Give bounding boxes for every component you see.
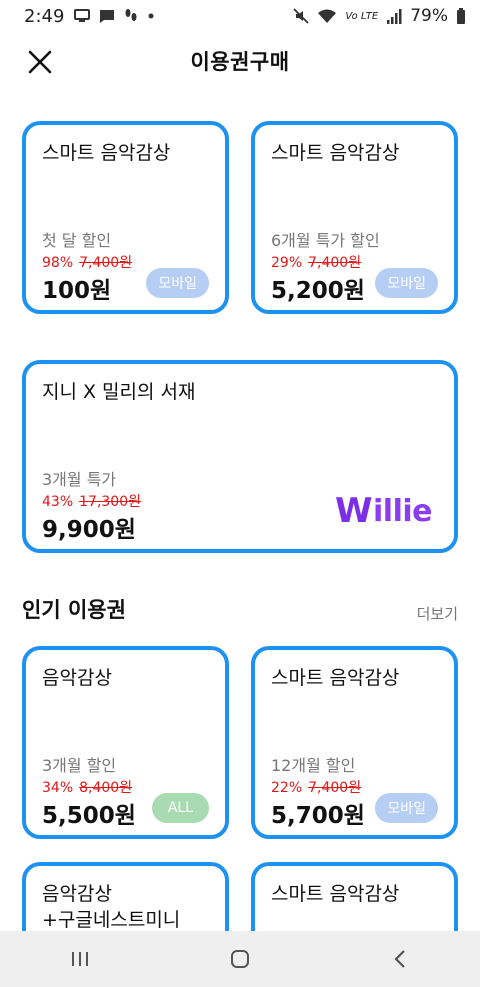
ticket-price: 5,700원 [271, 803, 365, 829]
ticket-card-music-3-month[interactable]: 음악감상 3개월 할인 34% 8,400원 5,500원 ALL [22, 646, 229, 839]
ticket-discount: 22% 7,400원 [271, 777, 361, 797]
ticket-name: 스마트 음악감상 [271, 883, 400, 905]
system-nav-bar [0, 931, 480, 987]
original-price: 7,400원 [308, 780, 362, 796]
discount-rate: 43% [42, 494, 74, 510]
mobile-badge: 모바일 [375, 268, 438, 298]
ticket-name: 스마트 음악감상 [271, 142, 400, 164]
ticket-name: 스마트 음악감상 [42, 142, 171, 164]
ticket-name: 스마트 음악감상 [271, 667, 400, 689]
original-price: 7,400원 [308, 255, 362, 271]
message-icon [100, 9, 115, 23]
ticket-promo: 6개월 특가 할인 [271, 231, 380, 250]
status-time: 2:49 [24, 5, 65, 27]
close-icon[interactable] [22, 44, 58, 80]
battery-icon [457, 8, 465, 24]
more-link[interactable]: 더보기 [417, 603, 458, 624]
recents-icon [72, 952, 88, 966]
home-icon [231, 950, 249, 968]
ticket-name: 음악감상 [42, 667, 112, 689]
signal-icon [387, 8, 402, 24]
ticket-price: 5,500원 [42, 803, 136, 829]
ticket-name-line1: 음악감상 [42, 883, 112, 905]
ticket-name: 음악감상 +구글네스트미니 [42, 882, 180, 933]
ticket-promo: 3개월 할인 [42, 756, 117, 775]
discount-rate: 29% [271, 255, 303, 271]
mobile-badge: 모바일 [375, 793, 438, 823]
discount-rate: 34% [42, 780, 74, 796]
app-header: 이용권구매 [0, 32, 480, 90]
volte-icon: Vo LTE [345, 10, 379, 22]
millie-logo-text: illie [373, 493, 432, 529]
all-badge: ALL [151, 793, 209, 823]
home-button[interactable] [210, 931, 270, 987]
scrolled-section-remnant [0, 90, 480, 100]
ticket-discount: 34% 8,400원 [42, 777, 132, 797]
status-bar: 2:49 Vo LTE 79% [0, 0, 480, 32]
ticket-promo: 12개월 할인 [271, 756, 356, 775]
back-icon [394, 950, 405, 968]
ticket-price: 5,200원 [271, 278, 365, 304]
ticket-card-smart-12-month[interactable]: 스마트 음악감상 12개월 할인 22% 7,400원 5,700원 모바일 [251, 646, 458, 839]
ticket-price: 9,900원 [42, 517, 136, 543]
mute-icon [293, 8, 309, 24]
ticket-card-smart-first-month[interactable]: 스마트 음악감상 첫 달 할인 98% 7,400원 100원 모바일 [22, 121, 229, 314]
discount-rate: 98% [42, 255, 74, 271]
ticket-price: 100원 [42, 278, 112, 304]
back-button[interactable] [370, 931, 430, 987]
original-price: 17,300원 [79, 494, 141, 510]
ticket-discount: 29% 7,400원 [271, 252, 361, 272]
footprint-icon [125, 9, 137, 21]
dot-icon [148, 13, 154, 19]
ticket-name-line2: +구글네스트미니 [42, 908, 181, 931]
ticket-discount: 98% 7,400원 [42, 252, 132, 272]
original-price: 7,400원 [79, 255, 133, 271]
discount-rate: 22% [271, 780, 303, 796]
screen-icon [74, 9, 91, 22]
page-title: 이용권구매 [190, 50, 290, 74]
ticket-discount: 43% 17,300원 [42, 491, 141, 511]
mobile-badge: 모바일 [146, 268, 209, 298]
wifi-icon [318, 9, 337, 23]
section-title-popular: 인기 이용권 [22, 598, 126, 622]
recents-button[interactable] [50, 931, 110, 987]
ticket-promo: 3개월 특가 [42, 470, 117, 489]
status-icons-right: Vo LTE 79% [293, 6, 466, 26]
ticket-promo: 첫 달 할인 [42, 231, 112, 250]
ticket-card-genie-millie[interactable]: 지니 X 밀리의 서재 3개월 특가 43% 17,300원 9,900원 Wil… [22, 360, 458, 553]
millie-logo-initial: W [335, 491, 373, 531]
ticket-card-smart-6-month[interactable]: 스마트 음악감상 6개월 특가 할인 29% 7,400원 5,200원 모바일 [251, 121, 458, 314]
battery-text: 79% [410, 6, 448, 26]
status-icons-left [74, 8, 155, 24]
ticket-name: 지니 X 밀리의 서재 [42, 381, 196, 403]
millie-logo: Willie [335, 491, 432, 531]
original-price: 8,400원 [79, 780, 133, 796]
